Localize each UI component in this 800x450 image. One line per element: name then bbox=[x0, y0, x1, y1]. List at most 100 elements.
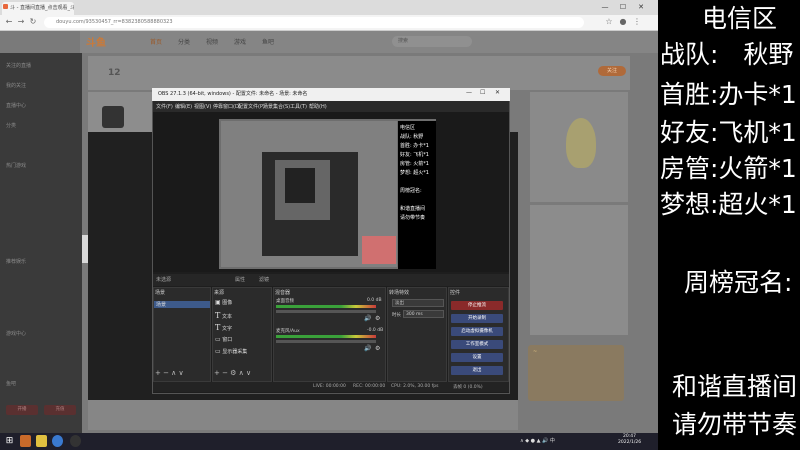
transition-select[interactable]: 淡出 bbox=[392, 299, 444, 307]
cpu-usage: CPU: 2.0%, 30.00 fps bbox=[391, 384, 439, 389]
site-logo[interactable]: 斗鱼 bbox=[86, 34, 116, 49]
nav-category[interactable]: 分类 bbox=[178, 37, 190, 46]
properties-button[interactable]: 属性 bbox=[235, 276, 245, 283]
studio-mode-button[interactable]: 工作室模式 bbox=[451, 340, 503, 349]
sidebar-item-category[interactable]: 分类 bbox=[6, 122, 16, 129]
source-label: 窗口 bbox=[222, 337, 233, 343]
live-time: LIVE: 00:00:00 bbox=[313, 384, 346, 389]
site-header bbox=[80, 31, 658, 53]
obs-menu-scene-collection[interactable]: 场景集合(S) bbox=[263, 103, 290, 110]
anchor-avatar[interactable] bbox=[102, 106, 124, 128]
gift-bar bbox=[88, 400, 518, 430]
back-icon[interactable]: ← bbox=[4, 17, 14, 27]
nav-games[interactable]: 游戏 bbox=[234, 37, 246, 46]
scenes-dock-title: 场景 bbox=[155, 290, 166, 296]
overlay-rule1: 和谐直播间 bbox=[672, 372, 798, 401]
star-icon[interactable]: ☆ bbox=[604, 17, 614, 27]
sidebar-start-live-button[interactable]: 开播 bbox=[6, 405, 38, 415]
overlay-first-win: 首胜:办卡*1 bbox=[660, 80, 797, 109]
sidebar-item-center[interactable]: 直播中心 bbox=[6, 102, 26, 109]
sidebar-item-entertainment[interactable]: 推荐娱乐 bbox=[6, 258, 26, 265]
gear-icon[interactable]: ⚙ bbox=[375, 315, 380, 322]
profile-icon[interactable]: ● bbox=[618, 17, 628, 27]
browser-tab[interactable]: 斗 - 直播间直播_点击观看_斗鱼 bbox=[2, 2, 74, 15]
sidebar-recharge-button[interactable]: 充值 bbox=[44, 405, 76, 415]
source-item-text2[interactable]: T 文字 bbox=[215, 323, 232, 332]
mixer-channel-db: 0.0 dB bbox=[367, 298, 382, 303]
speaker-icon[interactable]: 🔊 bbox=[364, 315, 371, 322]
follow-button[interactable]: 关注 bbox=[598, 66, 626, 76]
nav-video[interactable]: 视频 bbox=[206, 37, 218, 46]
filters-button[interactable]: 滤镜 bbox=[259, 276, 269, 283]
sources-toolbar-icons[interactable]: + − ⚙ ∧ ∨ bbox=[214, 369, 251, 377]
mini-line: 请勿带节奏 bbox=[400, 215, 426, 221]
scene-item[interactable]: 场景 bbox=[156, 301, 166, 308]
scenes-toolbar-icons[interactable]: + − ∧ ∨ bbox=[155, 369, 184, 377]
overlay-friend: 好友:飞机*1 bbox=[660, 118, 797, 147]
stop-streaming-button[interactable]: 停止推流 bbox=[451, 301, 503, 310]
sources-dock-title: 来源 bbox=[214, 290, 225, 296]
preview-overlay-text: 电信区 战队: 秋野 首胜: 办卡*1 好友: 飞机*1 房管: 火箭*1 梦想… bbox=[398, 121, 436, 269]
taskbar-clock[interactable]: 20:47 2022/1/26 bbox=[618, 434, 641, 446]
url-input[interactable]: douyu.com/93530457_rr=8382380588880323 bbox=[44, 17, 584, 28]
mixer-dock-title: 混音器 bbox=[275, 290, 291, 296]
obs-maximize-button[interactable]: ☐ bbox=[480, 89, 485, 96]
speaker-icon[interactable]: 🔊 bbox=[364, 345, 371, 352]
maximize-button[interactable]: ☐ bbox=[616, 1, 630, 13]
overlay-team: 战队: 秋野 bbox=[660, 40, 794, 69]
menu-icon[interactable]: ⋮ bbox=[632, 17, 642, 27]
obs-menu-edit[interactable]: 编辑(E) bbox=[175, 103, 192, 110]
site-search-input[interactable]: 搜索 bbox=[392, 36, 472, 47]
sidebar-item-hot-games[interactable]: 热门游戏 bbox=[6, 162, 26, 169]
obs-source-toolbar: 未选源 属性 滤镜 bbox=[153, 274, 509, 286]
obs-taskbar-icon[interactable] bbox=[70, 435, 81, 447]
source-item-text[interactable]: T 文本 bbox=[215, 311, 232, 320]
obs-menu-file[interactable]: 文件(F) bbox=[156, 103, 173, 110]
gear-icon[interactable]: ⚙ bbox=[375, 345, 380, 352]
sidebar-item-game-center[interactable]: 游戏中心 bbox=[6, 330, 26, 337]
browser-taskbar-icon[interactable] bbox=[52, 435, 63, 447]
start-menu-icon[interactable]: ⊞ bbox=[4, 435, 15, 447]
duration-input[interactable]: 300 ms bbox=[403, 310, 444, 318]
obs-status-bar: LIVE: 00:00:00 REC: 00:00:00 CPU: 2.0%, … bbox=[153, 382, 509, 392]
obs-minimize-button[interactable]: — bbox=[466, 89, 472, 96]
obs-menu-tools[interactable]: 工具(T) bbox=[290, 103, 307, 110]
source-item-image[interactable]: ▣ 图像 bbox=[215, 299, 232, 306]
obs-menu-view[interactable]: 视图(V) bbox=[194, 103, 211, 110]
obs-close-button[interactable]: ✕ bbox=[495, 89, 500, 96]
nav-yuba[interactable]: 鱼吧 bbox=[262, 37, 274, 46]
obs-title-bar: OBS 27.1.3 (64-bit, windows) - 配置文件: 未命名… bbox=[152, 88, 510, 101]
minimize-button[interactable]: — bbox=[598, 1, 612, 13]
system-tray-icons[interactable]: ∧ ◆ ● ▲ 🔊 中 bbox=[520, 437, 555, 444]
settings-button[interactable]: 设置 bbox=[451, 353, 503, 362]
sidebar-item-follow[interactable]: 我的关注 bbox=[6, 82, 26, 89]
stream-text-overlay: 电信区 战队: 秋野 首胜:办卡*1 好友:飞机*1 房管:火箭*1 梦想:超火… bbox=[658, 0, 800, 450]
close-button[interactable]: ✕ bbox=[634, 1, 648, 13]
sidebar-item-yuba[interactable]: 鱼吧 bbox=[6, 380, 16, 387]
exit-button[interactable]: 退出 bbox=[451, 366, 503, 375]
virtual-camera-button[interactable]: 启动虚拟摄像机 bbox=[451, 327, 503, 336]
audio-meter bbox=[276, 335, 376, 338]
source-label: 图像 bbox=[222, 300, 233, 306]
obs-menu-docks[interactable]: 停靠窗口(D) bbox=[213, 103, 241, 110]
notification-popup[interactable] bbox=[528, 345, 624, 401]
source-item-display[interactable]: ▭ 显示器采集 bbox=[215, 348, 247, 355]
room-level: 12 bbox=[108, 68, 121, 78]
taskbar-app-icon[interactable] bbox=[36, 435, 47, 447]
source-label: 文字 bbox=[221, 326, 232, 332]
volume-slider[interactable] bbox=[276, 340, 376, 343]
reload-icon[interactable]: ↻ bbox=[28, 17, 38, 27]
start-recording-button[interactable]: 开始录制 bbox=[451, 314, 503, 323]
volume-slider[interactable] bbox=[276, 310, 376, 313]
obs-menu-help[interactable]: 帮助(H) bbox=[309, 103, 327, 110]
text-source-icon: T bbox=[215, 311, 221, 320]
taskbar-app-icon[interactable] bbox=[20, 435, 31, 447]
sidebar-item-live[interactable]: 关注的直播 bbox=[6, 62, 31, 69]
obs-menu-profile[interactable]: 配置文件(P) bbox=[238, 103, 265, 110]
mini-line: 好友: 飞机*1 bbox=[400, 152, 429, 158]
mixer-channel-name: 桌面音频 bbox=[276, 299, 294, 304]
forward-icon[interactable]: → bbox=[16, 17, 26, 27]
source-item-window[interactable]: ▭ 窗口 bbox=[215, 336, 232, 343]
text-source-icon: T bbox=[215, 323, 221, 332]
nav-home[interactable]: 首页 bbox=[150, 37, 162, 46]
